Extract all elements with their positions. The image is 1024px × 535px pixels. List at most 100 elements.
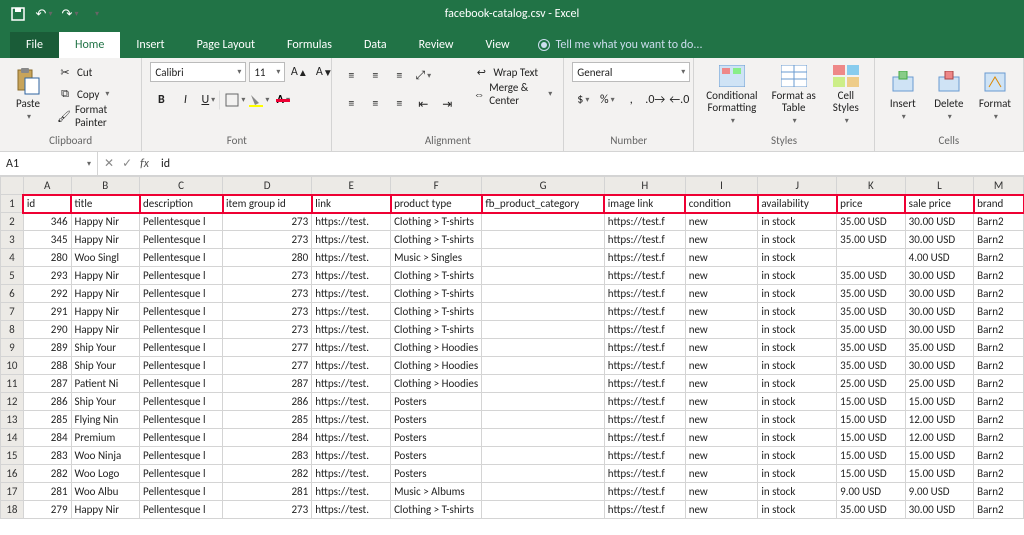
cell[interactable]: https://test.f	[604, 411, 685, 429]
orientation-icon[interactable]: ⤢▾	[412, 66, 434, 86]
cell[interactable]: Posters	[391, 465, 482, 483]
tab-data[interactable]: Data	[348, 32, 403, 58]
cell[interactable]: Barn2	[974, 393, 1024, 411]
cell[interactable]: 15.00 USD	[837, 429, 905, 447]
table-row[interactable]: 10288Ship YourPellentesque l277https://t…	[1, 357, 1024, 375]
row-header[interactable]: 18	[1, 501, 24, 519]
cell[interactable]: 30.00 USD	[905, 501, 973, 519]
cell[interactable]: Barn2	[974, 411, 1024, 429]
align-left-icon[interactable]: ≡	[340, 94, 362, 114]
cell[interactable]: 30.00 USD	[905, 213, 973, 231]
cell[interactable]: https://test.	[312, 411, 391, 429]
increase-font-icon[interactable]: A▲	[288, 62, 310, 82]
cell[interactable]: Pellentesque l	[140, 429, 223, 447]
cell[interactable]: 277	[223, 339, 312, 357]
row-header[interactable]: 3	[1, 231, 24, 249]
cell[interactable]: Clothing > T-shirts	[391, 213, 482, 231]
cell[interactable]: Woo Ninja	[71, 447, 139, 465]
cell[interactable]: Barn2	[974, 501, 1024, 519]
cell[interactable]: new	[685, 267, 758, 285]
cell[interactable]: 281	[23, 483, 71, 501]
tab-formulas[interactable]: Formulas	[271, 32, 348, 58]
cell[interactable]: in stock	[758, 429, 837, 447]
cell[interactable]: https://test.	[312, 357, 391, 375]
cell[interactable]: https://test.	[312, 429, 391, 447]
italic-button[interactable]: I	[174, 90, 196, 110]
comma-icon[interactable]: ,	[620, 90, 642, 110]
cell[interactable]: in stock	[758, 339, 837, 357]
cell[interactable]: in stock	[758, 321, 837, 339]
cell[interactable]	[482, 357, 604, 375]
cell[interactable]: in stock	[758, 483, 837, 501]
cell[interactable]: Pellentesque l	[140, 393, 223, 411]
cell[interactable]: Barn2	[974, 375, 1024, 393]
cell[interactable]	[482, 231, 604, 249]
cell[interactable]: 285	[23, 411, 71, 429]
tab-insert[interactable]: Insert	[120, 32, 180, 58]
cell[interactable]: Pellentesque l	[140, 231, 223, 249]
col-header[interactable]: J	[758, 177, 837, 195]
cell[interactable]: 273	[223, 285, 312, 303]
cell[interactable]: 30.00 USD	[905, 231, 973, 249]
cell[interactable]: in stock	[758, 411, 837, 429]
align-center-icon[interactable]: ≡	[364, 94, 386, 114]
tell-me-search[interactable]: Tell me what you want to do...	[526, 32, 715, 58]
cell[interactable]: 15.00 USD	[905, 393, 973, 411]
cell[interactable]: 287	[23, 375, 71, 393]
cell[interactable]: 284	[23, 429, 71, 447]
cell[interactable]: 273	[223, 231, 312, 249]
cell[interactable]: Barn2	[974, 249, 1024, 267]
format-cells-button[interactable]: Format▾	[975, 62, 1015, 128]
font-color-button[interactable]: A▾	[272, 90, 294, 110]
row-header[interactable]: 2	[1, 213, 24, 231]
cell[interactable]: Music > Albums	[391, 483, 482, 501]
cell[interactable]: in stock	[758, 393, 837, 411]
number-format-select[interactable]: General▾	[572, 62, 690, 82]
cell[interactable]: Woo Logo	[71, 465, 139, 483]
table-row[interactable]: 5293Happy NirPellentesque l273https://te…	[1, 267, 1024, 285]
conditional-formatting-button[interactable]: Conditional Formatting▾	[702, 62, 761, 128]
cancel-formula-icon[interactable]: ✕	[104, 156, 114, 171]
cell[interactable]	[482, 303, 604, 321]
cell[interactable]: new	[685, 429, 758, 447]
cell[interactable]: 12.00 USD	[905, 411, 973, 429]
table-row[interactable]: 18279Happy NirPellentesque l273https://t…	[1, 501, 1024, 519]
cell[interactable]: 30.00 USD	[905, 303, 973, 321]
cell[interactable]: new	[685, 465, 758, 483]
cell[interactable]: Clothing > T-shirts	[391, 321, 482, 339]
tab-view[interactable]: View	[470, 32, 526, 58]
cell[interactable]: https://test.	[312, 303, 391, 321]
cell[interactable]: 4.00 USD	[905, 249, 973, 267]
cell[interactable]: 277	[223, 357, 312, 375]
cell[interactable]	[482, 483, 604, 501]
table-row[interactable]: 17281Woo AlbuPellentesque l281https://te…	[1, 483, 1024, 501]
copy-button[interactable]: ⧉Copy▾	[54, 84, 133, 104]
cell[interactable]	[482, 411, 604, 429]
cell[interactable]: brand	[974, 195, 1024, 213]
table-row[interactable]: 2346Happy NirPellentesque l273https://te…	[1, 213, 1024, 231]
cell[interactable]: new	[685, 411, 758, 429]
cell[interactable]	[482, 465, 604, 483]
cell[interactable]: https://test.f	[604, 375, 685, 393]
cell[interactable]: Posters	[391, 411, 482, 429]
col-header[interactable]: B	[71, 177, 139, 195]
cell[interactable]: link	[312, 195, 391, 213]
cell[interactable]: 35.00 USD	[837, 357, 905, 375]
cell[interactable]: 346	[23, 213, 71, 231]
cell[interactable]: 30.00 USD	[905, 285, 973, 303]
cell[interactable]: new	[685, 393, 758, 411]
cell[interactable]: 286	[23, 393, 71, 411]
row-header[interactable]: 12	[1, 393, 24, 411]
cell[interactable]: 12.00 USD	[905, 429, 973, 447]
cell[interactable]: new	[685, 447, 758, 465]
cell[interactable]: in stock	[758, 501, 837, 519]
col-header[interactable]: C	[140, 177, 223, 195]
save-icon[interactable]	[8, 4, 28, 24]
cell[interactable]: 286	[223, 393, 312, 411]
cell[interactable]: https://test.	[312, 267, 391, 285]
cell[interactable]: Ship Your	[71, 393, 139, 411]
cell[interactable]	[482, 213, 604, 231]
cell[interactable]: in stock	[758, 303, 837, 321]
cell[interactable]: 285	[223, 411, 312, 429]
cell[interactable]: Pellentesque l	[140, 267, 223, 285]
